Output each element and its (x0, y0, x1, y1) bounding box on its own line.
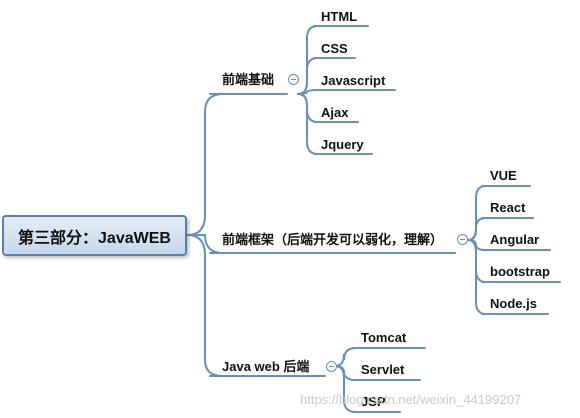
subtopic-angular[interactable]: Angular (490, 232, 539, 248)
subtopic-jquery[interactable]: Jquery (321, 137, 364, 153)
branch-topic-java-web-backend[interactable]: Java web 后端 (222, 359, 309, 375)
subtopic-tomcat[interactable]: Tomcat (361, 330, 406, 346)
subtopic-nodejs[interactable]: Node.js (490, 296, 537, 312)
subtopic-vue[interactable]: VUE (490, 168, 517, 184)
subtopic-react[interactable]: React (490, 200, 525, 216)
branch-topic-frontend-frameworks[interactable]: 前端框架（后端开发可以弱化，理解） (222, 232, 443, 248)
root-topic-label: 第三部分：JavaWEB (18, 229, 171, 247)
watermark-text: https://blog.csdn.net/weixin_44199207 (300, 392, 522, 407)
connector-root-branch-1 (186, 93, 224, 236)
collapse-toggle-icon[interactable] (457, 234, 468, 245)
subtopic-css[interactable]: CSS (321, 41, 348, 57)
subtopic-servlet[interactable]: Servlet (361, 362, 404, 378)
subtopic-bootstrap[interactable]: bootstrap (490, 264, 550, 280)
subtopic-ajax[interactable]: Ajax (321, 105, 348, 121)
collapse-toggle-icon[interactable] (326, 361, 337, 372)
collapse-toggle-icon[interactable] (288, 74, 299, 85)
branch-topic-frontend-basics[interactable]: 前端基础 (222, 72, 274, 88)
root-topic[interactable]: 第三部分：JavaWEB (2, 215, 187, 256)
subtopic-javascript[interactable]: Javascript (321, 73, 385, 89)
connector-root-branch-3 (186, 234, 224, 377)
subtopic-html[interactable]: HTML (321, 9, 357, 25)
